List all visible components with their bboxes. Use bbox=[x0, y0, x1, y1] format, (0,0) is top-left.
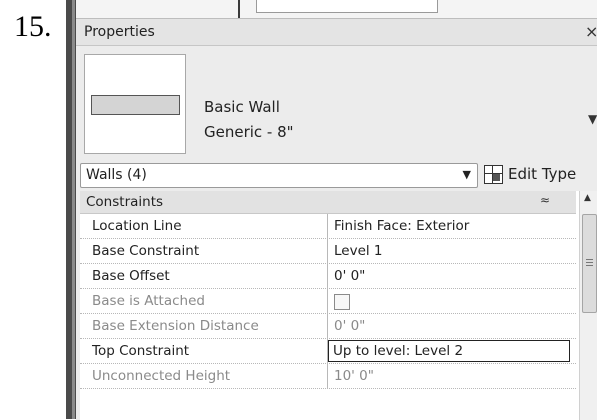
edit-type-icon bbox=[484, 165, 503, 184]
type-preview-thumbnail bbox=[84, 54, 186, 154]
column-divider bbox=[327, 364, 328, 388]
property-name: Top Constraint bbox=[92, 343, 190, 359]
vertical-scrollbar[interactable]: ▲ bbox=[579, 191, 597, 420]
column-divider bbox=[327, 239, 328, 263]
type-family-label: Basic Wall bbox=[204, 98, 280, 116]
scroll-up-icon[interactable]: ▲ bbox=[584, 193, 591, 203]
property-value[interactable]: 0' 0" bbox=[334, 268, 365, 284]
top-constraint-field[interactable]: Up to level: Level 2 bbox=[328, 340, 570, 362]
window-left-frame bbox=[66, 0, 76, 419]
ribbon-edge bbox=[66, 0, 597, 19]
group-header-label: Constraints bbox=[86, 194, 164, 210]
instance-filter-row: Walls (4) ▼ Edit Type bbox=[76, 157, 597, 191]
properties-palette: Properties × Basic Wall Generic - 8" ▼ W… bbox=[76, 18, 597, 420]
property-name: Base Extension Distance bbox=[92, 318, 259, 334]
type-name-label: Generic - 8" bbox=[204, 123, 294, 141]
palette-title: Properties bbox=[84, 24, 155, 40]
property-row-base-extension-distance: Base Extension Distance 0' 0" bbox=[80, 314, 576, 339]
property-name: Base Constraint bbox=[92, 243, 200, 259]
ribbon-tab-edge bbox=[256, 0, 438, 13]
property-value[interactable]: Level 1 bbox=[334, 243, 383, 259]
palette-title-bar[interactable]: Properties × bbox=[76, 19, 597, 46]
base-attached-checkbox bbox=[334, 294, 350, 310]
wall-icon bbox=[91, 95, 180, 115]
property-name: Base Offset bbox=[92, 268, 170, 284]
instance-filter-select[interactable]: Walls (4) ▼ bbox=[80, 163, 478, 188]
type-selector[interactable]: Basic Wall Generic - 8" ▼ bbox=[76, 46, 597, 156]
column-divider bbox=[327, 264, 328, 288]
property-value[interactable]: 10' 0" bbox=[334, 368, 374, 384]
close-icon[interactable]: × bbox=[585, 22, 597, 41]
edit-type-label: Edit Type bbox=[508, 165, 577, 183]
property-name: Unconnected Height bbox=[92, 368, 231, 384]
dropdown-arrow-icon[interactable]: ▼ bbox=[463, 168, 471, 181]
property-row-location-line[interactable]: Location Line Finish Face: Exterior bbox=[80, 214, 576, 239]
chevron-down-icon[interactable]: ▼ bbox=[588, 112, 597, 126]
edit-type-button[interactable]: Edit Type bbox=[482, 162, 597, 188]
property-name: Location Line bbox=[92, 218, 182, 234]
property-row-top-constraint[interactable]: Top Constraint Up to level: Level 2 bbox=[80, 339, 576, 364]
property-row-base-is-attached: Base is Attached bbox=[80, 289, 576, 314]
instance-filter-value: Walls (4) bbox=[86, 167, 147, 183]
collapse-icon[interactable]: ≈ bbox=[540, 193, 550, 207]
property-row-unconnected-height[interactable]: Unconnected Height 10' 0" bbox=[80, 364, 576, 389]
property-name: Base is Attached bbox=[92, 293, 205, 309]
scrollbar-thumb[interactable] bbox=[582, 214, 597, 313]
column-divider bbox=[327, 214, 328, 238]
property-value: 0' 0" bbox=[334, 318, 366, 334]
column-divider bbox=[327, 289, 328, 313]
frame-inner-edge bbox=[72, 0, 75, 419]
column-divider bbox=[327, 314, 328, 338]
properties-grid: Constraints ≈ Location Line Finish Face:… bbox=[80, 191, 597, 420]
property-row-base-offset[interactable]: Base Offset 0' 0" bbox=[80, 264, 576, 289]
top-constraint-value: Up to level: Level 2 bbox=[333, 343, 464, 359]
step-number: 15. bbox=[14, 10, 52, 43]
group-header-constraints[interactable]: Constraints ≈ bbox=[80, 191, 576, 214]
property-rows: Location Line Finish Face: Exterior Base… bbox=[80, 214, 576, 389]
property-value[interactable]: Finish Face: Exterior bbox=[334, 218, 469, 234]
property-row-base-constraint[interactable]: Base Constraint Level 1 bbox=[80, 239, 576, 264]
ribbon-divider bbox=[238, 0, 240, 18]
